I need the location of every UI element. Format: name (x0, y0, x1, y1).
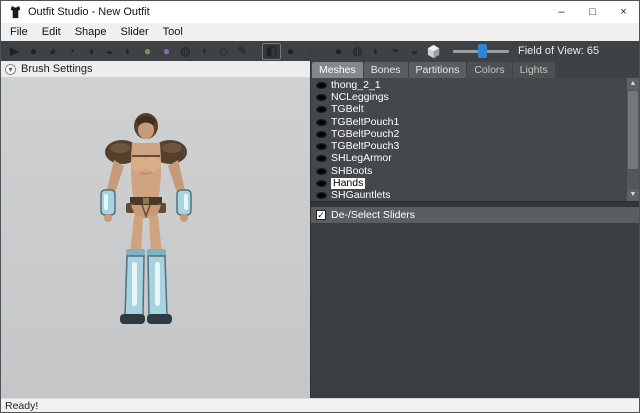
menu-shape[interactable]: Shape (68, 24, 114, 40)
brush-settings-label: Brush Settings (21, 63, 93, 75)
mesh-name: TGBelt (331, 103, 364, 116)
tab-partitions[interactable]: Partitions (408, 62, 467, 78)
deselect-sliders-checkbox[interactable]: ✓ (316, 210, 326, 220)
mesh-list-item[interactable]: TGBelt (311, 104, 627, 116)
right-pane: Meshes Bones Partitions Colors Lights th… (311, 61, 639, 398)
wireframe-toggle-icon[interactable]: ◍ (348, 43, 367, 60)
pivot-tool-icon[interactable]: ◇ (214, 43, 233, 60)
fov-slider-thumb[interactable] (478, 44, 487, 58)
toolbar-separator (319, 41, 329, 61)
move-brush-icon[interactable]: ◑ (81, 43, 100, 60)
mesh-list-scrollbar[interactable]: ▲ ▼ (627, 78, 639, 201)
maximize-button[interactable]: □ (577, 1, 608, 23)
tab-bones[interactable]: Bones (363, 62, 408, 78)
sliders-panel[interactable] (311, 223, 639, 398)
visibility-eye-icon[interactable] (316, 118, 327, 126)
collapse-chevron-icon[interactable]: ▾ (5, 63, 16, 75)
visibility-toggle-icon[interactable]: ◓ (386, 43, 405, 60)
menu-tool[interactable]: Tool (156, 24, 190, 40)
menu-slider[interactable]: Slider (114, 24, 156, 40)
visibility-eye-icon[interactable] (316, 81, 327, 89)
mesh-list-item[interactable]: SHGauntlets (311, 190, 627, 201)
transform-tool-icon[interactable]: + (195, 43, 214, 60)
character-model (100, 113, 192, 324)
inflate-brush-icon[interactable]: ◕ (43, 43, 62, 60)
scroll-down-icon[interactable]: ▼ (627, 189, 639, 201)
vertex-edit-tool-icon[interactable]: ✎ (233, 43, 252, 60)
undiff-brush-icon[interactable]: ◐ (119, 43, 138, 60)
app-logo-icon (10, 5, 21, 18)
window-controls: – □ × (546, 1, 639, 23)
visibility-eye-icon[interactable] (316, 180, 327, 188)
close-button[interactable]: × (608, 1, 639, 23)
mask-brush-icon[interactable]: ● (24, 43, 43, 60)
minimize-button[interactable]: – (546, 1, 577, 23)
mesh-list-item[interactable]: NCLeggings (311, 91, 627, 103)
segment-toggle-icon[interactable]: ◒ (405, 43, 424, 60)
tab-colors[interactable]: Colors (467, 62, 512, 78)
panel-tabs: Meshes Bones Partitions Colors Lights (311, 61, 639, 78)
visibility-eye-icon[interactable] (316, 93, 327, 101)
toolbar-separator (252, 41, 262, 61)
perspective-cube-icon[interactable] (424, 43, 443, 60)
visibility-eye-icon[interactable] (316, 143, 327, 151)
mesh-list-item[interactable]: TGBeltPouch2 (311, 128, 627, 140)
masked-vertices-toggle-icon[interactable]: ◌ (300, 43, 319, 60)
mesh-list: thong_2_1 NCLeggings TGBelt TGBeltPouch1 (311, 78, 639, 202)
alpha-brush-icon[interactable]: ◍ (176, 43, 195, 60)
mesh-list-item[interactable]: thong_2_1 (311, 79, 627, 91)
outfit-studio-window: Outfit Studio - New Outfit – □ × File Ed… (0, 0, 640, 413)
visibility-eye-icon[interactable] (316, 192, 327, 200)
visibility-eye-icon[interactable] (316, 167, 327, 175)
tab-lights[interactable]: Lights (512, 62, 555, 78)
mesh-list-item[interactable]: SHLegArmor (311, 153, 627, 165)
connected-only-toggle-icon[interactable]: ● (281, 43, 300, 60)
brush-settings-header[interactable]: ▾ Brush Settings (1, 61, 310, 78)
main-area: ▾ Brush Settings Meshes Bones Partitions… (1, 61, 639, 398)
fov-label: Field of View: 65 (518, 45, 600, 57)
color-brush-icon[interactable]: ● (157, 43, 176, 60)
mesh-list-item[interactable]: TGBeltPouch3 (311, 140, 627, 152)
visibility-eye-icon[interactable] (316, 155, 327, 163)
select-tool-icon[interactable]: ▶ (5, 43, 24, 60)
lighting-toggle-icon[interactable]: ◐ (367, 43, 386, 60)
weight-brush-icon[interactable]: ● (138, 43, 157, 60)
texture-toggle-icon[interactable]: ● (329, 43, 348, 60)
toolbar: ▶ ● ◕ ◔ ◑ ◒ ◐ ● ● ◍ + ◇ ✎ ◧ ● ◌ ● ◍ ◐ ◓ … (1, 41, 639, 61)
deflate-brush-icon[interactable]: ◔ (62, 43, 81, 60)
mesh-name: TGBeltPouch1 (331, 115, 400, 128)
mesh-name: NCLeggings (331, 90, 389, 103)
viewport-3d[interactable] (1, 78, 310, 398)
menubar: File Edit Shape Slider Tool (1, 23, 639, 41)
mesh-list-item-selected[interactable]: Hands (311, 177, 627, 190)
mesh-name: thong_2_1 (331, 79, 381, 91)
smooth-brush-icon[interactable]: ◒ (100, 43, 119, 60)
tab-meshes[interactable]: Meshes (312, 62, 363, 78)
xmirror-toggle-icon[interactable]: ◧ (262, 42, 281, 60)
scroll-up-icon[interactable]: ▲ (627, 78, 639, 90)
mesh-list-item[interactable]: TGBeltPouch1 (311, 116, 627, 128)
window-title: Outfit Studio - New Outfit (28, 6, 150, 18)
status-message: Ready! (5, 399, 39, 412)
mesh-name: Hands (331, 177, 366, 190)
sliders-header[interactable]: ✓ De-/Select Sliders (311, 207, 639, 223)
menu-file[interactable]: File (3, 24, 35, 40)
mesh-name: SHGauntlets (331, 189, 391, 201)
mesh-name: TGBeltPouch3 (331, 140, 400, 153)
sliders-header-label: De-/Select Sliders (331, 209, 416, 221)
mesh-name: TGBeltPouch2 (331, 127, 400, 140)
mesh-list-item[interactable]: SHBoots (311, 165, 627, 177)
mesh-name: SHBoots (331, 164, 373, 177)
statusbar: Ready! (1, 398, 639, 412)
menu-edit[interactable]: Edit (35, 24, 68, 40)
mesh-name: SHLegArmor (331, 152, 392, 165)
visibility-eye-icon[interactable] (316, 106, 327, 114)
mesh-rows: thong_2_1 NCLeggings TGBelt TGBeltPouch1 (311, 79, 627, 201)
scrollbar-thumb[interactable] (628, 91, 638, 169)
titlebar[interactable]: Outfit Studio - New Outfit – □ × (1, 1, 639, 23)
visibility-eye-icon[interactable] (316, 130, 327, 138)
fov-slider[interactable] (453, 44, 509, 58)
left-pane: ▾ Brush Settings (1, 61, 311, 398)
